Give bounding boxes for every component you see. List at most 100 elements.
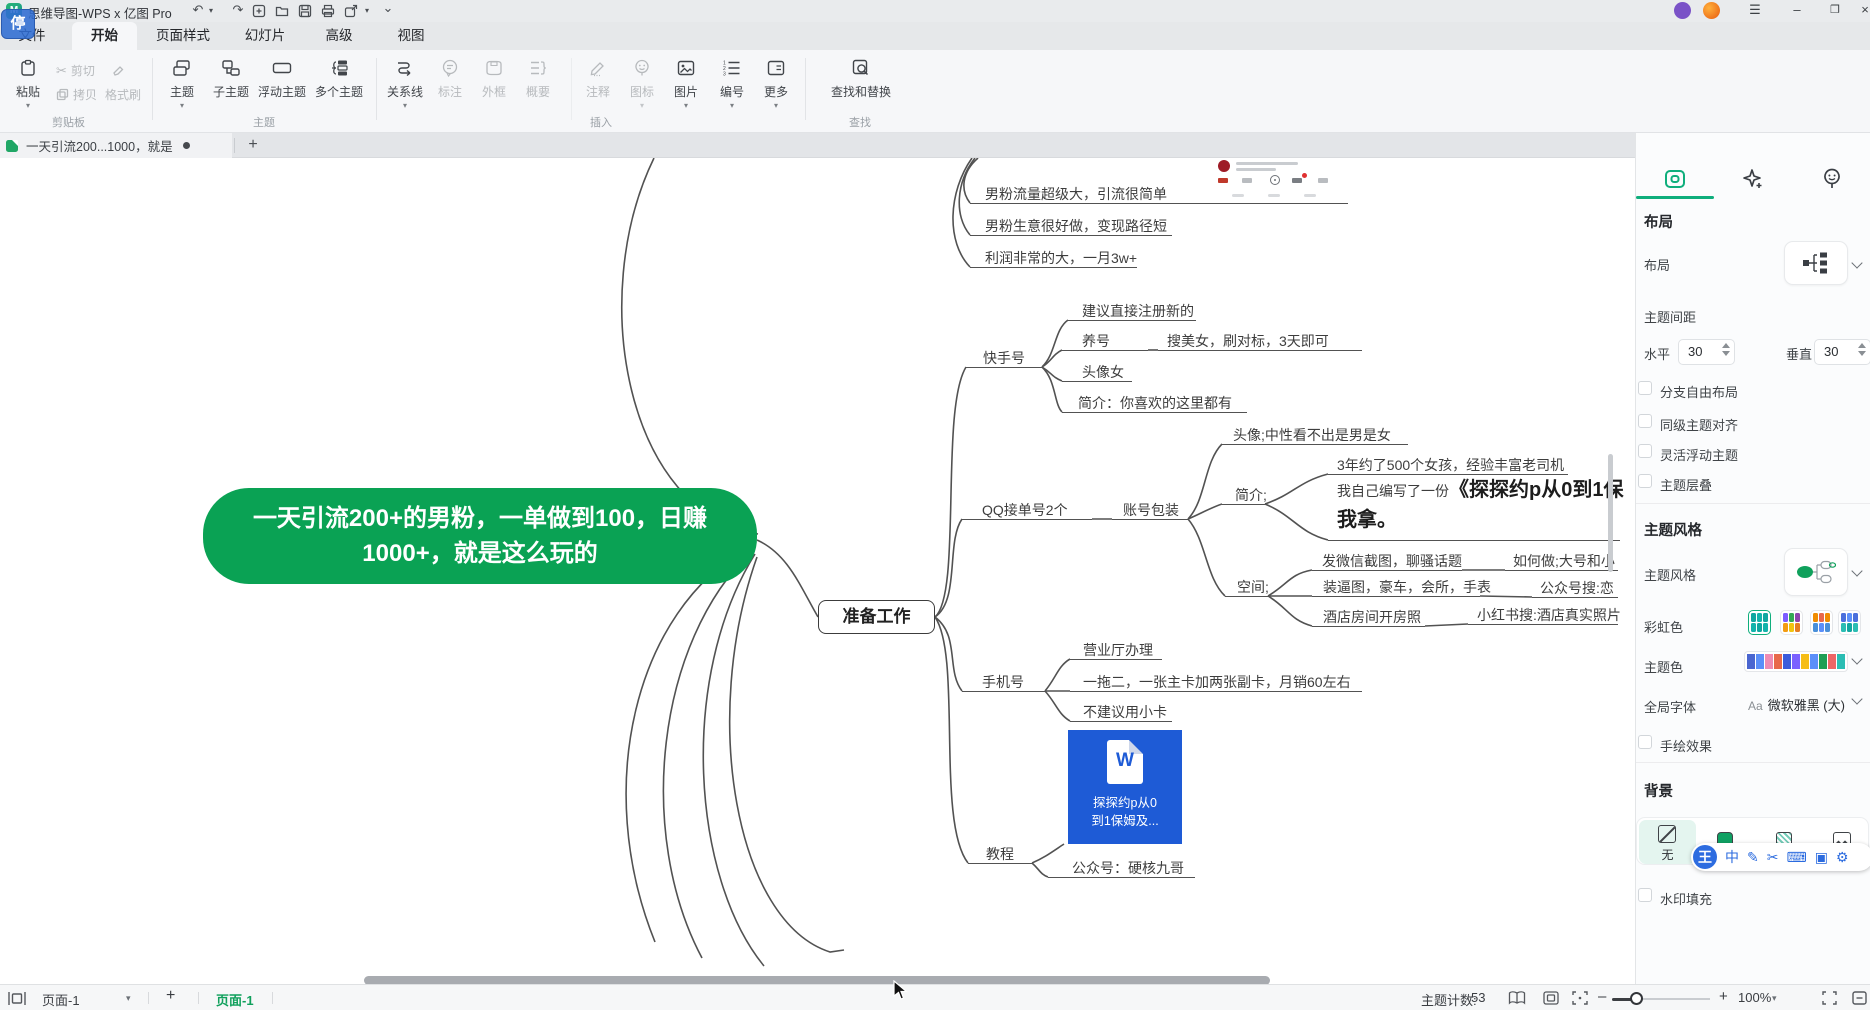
ime-toolbar[interactable]: 王 中 ✎ ✂ ⌨ ▣ ⚙ <box>1691 843 1870 871</box>
floating-topic-button[interactable]: 浮动主题 <box>254 56 310 100</box>
menu-advanced[interactable]: 高级 <box>318 22 360 50</box>
image-caret-icon[interactable]: ▾ <box>666 101 706 110</box>
collapse-panel-icon[interactable] <box>1852 991 1867 1005</box>
layout-chevron-icon[interactable] <box>1851 257 1862 268</box>
free-layout-checkbox[interactable] <box>1638 381 1652 395</box>
mindmap-node[interactable]: 营业厅办理 <box>1083 640 1153 660</box>
zoom-out-button[interactable]: – <box>1598 988 1606 1005</box>
theme-color-strip[interactable] <box>1744 651 1848 672</box>
mindmap-node[interactable]: 酒店房间开房照 <box>1323 607 1421 627</box>
hand-drawn-checkbox[interactable] <box>1638 735 1652 749</box>
more-button[interactable]: 更多 ▾ <box>756 56 796 110</box>
relation-caret-icon[interactable]: ▾ <box>382 101 428 110</box>
ime-logo-icon[interactable]: 王 <box>1693 845 1717 869</box>
watermark-checkbox[interactable] <box>1638 888 1652 902</box>
share-caret-icon[interactable]: ▾ <box>362 6 372 15</box>
mindmap-node[interactable]: 公众号搜:恋 <box>1540 578 1614 598</box>
number-button[interactable]: 123 编号 ▾ <box>712 56 752 110</box>
mindmap-node[interactable]: 利润非常的大，一月3w+ <box>985 248 1137 268</box>
tab-icon-marks[interactable] <box>1793 160 1870 198</box>
menu-page-style[interactable]: 页面样式 <box>150 22 216 50</box>
topic-overlap-checkbox[interactable] <box>1638 474 1652 488</box>
mindmap-node[interactable]: 装逼图，豪车，会所，手表 <box>1323 577 1491 597</box>
mindmap-node[interactable]: 空间; <box>1237 577 1269 597</box>
image-button[interactable]: 图片 ▾ <box>666 56 706 110</box>
horizontal-scrollbar[interactable] <box>364 976 1270 984</box>
mindmap-node[interactable]: 公众号：硬核九哥 <box>1072 858 1184 878</box>
fit-frame-icon[interactable] <box>1543 991 1559 1005</box>
mindmap-node[interactable]: 小红书搜:酒店真实照片 <box>1477 605 1621 625</box>
mindmap-node[interactable]: 一拖二，一张主卡加两张副卡，月销60左右 <box>1083 672 1351 692</box>
tab-ai[interactable] <box>1714 160 1792 198</box>
redo-button[interactable]: ↷ <box>228 2 248 18</box>
topic-button[interactable]: 主题 ▾ <box>160 56 204 110</box>
theme-color-chevron-icon[interactable] <box>1851 653 1862 664</box>
mindmap-node[interactable]: 头像;中性看不出是男是女 <box>1233 425 1391 445</box>
minimize-button[interactable]: – <box>1782 0 1812 22</box>
fullscreen-icon[interactable] <box>1822 991 1837 1005</box>
page-tab-active[interactable]: 页面-1 <box>216 990 254 1009</box>
theme-style-chevron-icon[interactable] <box>1851 565 1862 576</box>
tab-layout[interactable] <box>1636 160 1714 198</box>
document-tab[interactable]: 一天引流200...1000，就是 <box>0 133 232 158</box>
vertical-scrollbar[interactable] <box>1608 454 1613 572</box>
mindmap-node[interactable]: 如何做;大号和小 <box>1513 551 1615 571</box>
mindmap-node[interactable]: 男粉生意很好做，变现路径短 <box>985 216 1167 236</box>
menu-home[interactable]: 开始 <box>72 22 137 50</box>
ime-skin-icon[interactable]: ▣ <box>1815 849 1828 866</box>
paste-caret-icon[interactable]: ▾ <box>8 101 48 110</box>
mindmap-node[interactable]: 3年约了500个女孩，经验丰富老司机 <box>1337 455 1564 475</box>
theme-style-dropdown[interactable] <box>1784 548 1848 596</box>
mindmap-node[interactable]: 简介：你喜欢的这里都有 <box>1078 393 1232 413</box>
central-topic[interactable]: 一天引流200+的男粉，一单做到100，日赚 1000+，就是这么玩的 <box>203 488 757 584</box>
global-font-value[interactable]: Aa微软雅黑 (大) <box>1748 695 1845 714</box>
mindmap-node[interactable]: 男粉流量超级大，引流很简单 <box>985 184 1167 204</box>
mindmap-node[interactable]: QQ接单号2个 <box>982 500 1068 520</box>
topic-caret-icon[interactable]: ▾ <box>160 101 204 110</box>
print-icon[interactable] <box>321 4 335 18</box>
pages-overview-icon[interactable] <box>1508 991 1526 1005</box>
relation-line-button[interactable]: 关系线 ▾ <box>382 56 428 110</box>
mindmap-node[interactable]: 账号包装 <box>1123 500 1179 520</box>
mindmap-node[interactable]: 养号 <box>1082 331 1110 351</box>
menu-slides[interactable]: 幻灯片 <box>238 22 292 50</box>
outline-view-icon[interactable] <box>8 992 26 1005</box>
stop-overlay-badge[interactable]: 停 <box>1 9 35 39</box>
ime-mode-icon[interactable]: 中 <box>1725 847 1739 867</box>
hamburger-menu-icon[interactable]: ☰ <box>1740 0 1770 22</box>
mindmap-node[interactable]: 建议直接注册新的 <box>1082 301 1194 321</box>
mindmap-node[interactable]: 不建议用小卡 <box>1083 702 1167 722</box>
attached-doc-node[interactable]: W 探探约p从0 到1保姆及... <box>1068 730 1182 844</box>
ime-scissors-icon[interactable]: ✂ <box>1767 849 1779 866</box>
new-tab-button[interactable]: + <box>243 135 263 155</box>
mindmap-node[interactable]: 教程 <box>986 844 1014 864</box>
background-none-option[interactable]: 无 <box>1639 820 1696 864</box>
share-icon[interactable] <box>344 4 358 18</box>
ime-keyboard-icon[interactable]: ⌨ <box>1786 849 1806 866</box>
main-topic-node[interactable]: 准备工作 <box>818 600 935 634</box>
fit-screen-icon[interactable] <box>1572 991 1588 1005</box>
embedded-screenshot-image[interactable] <box>1212 158 1342 202</box>
mindmap-node-rich[interactable]: 我自己编写了一份《探探约p从0到1保 我拿。 <box>1337 474 1629 533</box>
multi-topic-button[interactable]: 多个主题 <box>311 56 367 100</box>
undo-caret-icon[interactable]: ▾ <box>206 6 216 15</box>
save-icon[interactable] <box>298 4 312 18</box>
rainbow-option-1[interactable] <box>1748 610 1771 635</box>
zoom-slider-track[interactable] <box>1634 998 1710 1000</box>
mindmap-canvas[interactable]: 一天引流200+的男粉，一单做到100，日赚 1000+，就是这么玩的 准备工作… <box>0 158 1635 984</box>
open-folder-icon[interactable] <box>275 4 289 18</box>
sibling-align-checkbox[interactable] <box>1638 414 1652 428</box>
page-selector[interactable]: 页面-1 <box>42 990 80 1009</box>
horizontal-spacing-stepper[interactable]: 30 <box>1678 339 1735 365</box>
close-button[interactable]: × <box>1850 0 1870 22</box>
stepper-arrows-icon[interactable] <box>1722 343 1730 356</box>
vertical-spacing-stepper[interactable]: 30 <box>1814 339 1870 365</box>
more-qat-icon[interactable]: ⌄ <box>378 0 398 16</box>
subtopic-button[interactable]: 子主题 <box>207 56 255 100</box>
layout-dropdown[interactable] <box>1784 241 1848 285</box>
zoom-percent[interactable]: 100% <box>1738 990 1771 1005</box>
global-font-chevron-icon[interactable] <box>1851 693 1862 704</box>
zoom-in-button[interactable]: + <box>1719 988 1728 1005</box>
rainbow-option-4[interactable] <box>1838 610 1861 635</box>
new-file-icon[interactable] <box>252 4 266 18</box>
